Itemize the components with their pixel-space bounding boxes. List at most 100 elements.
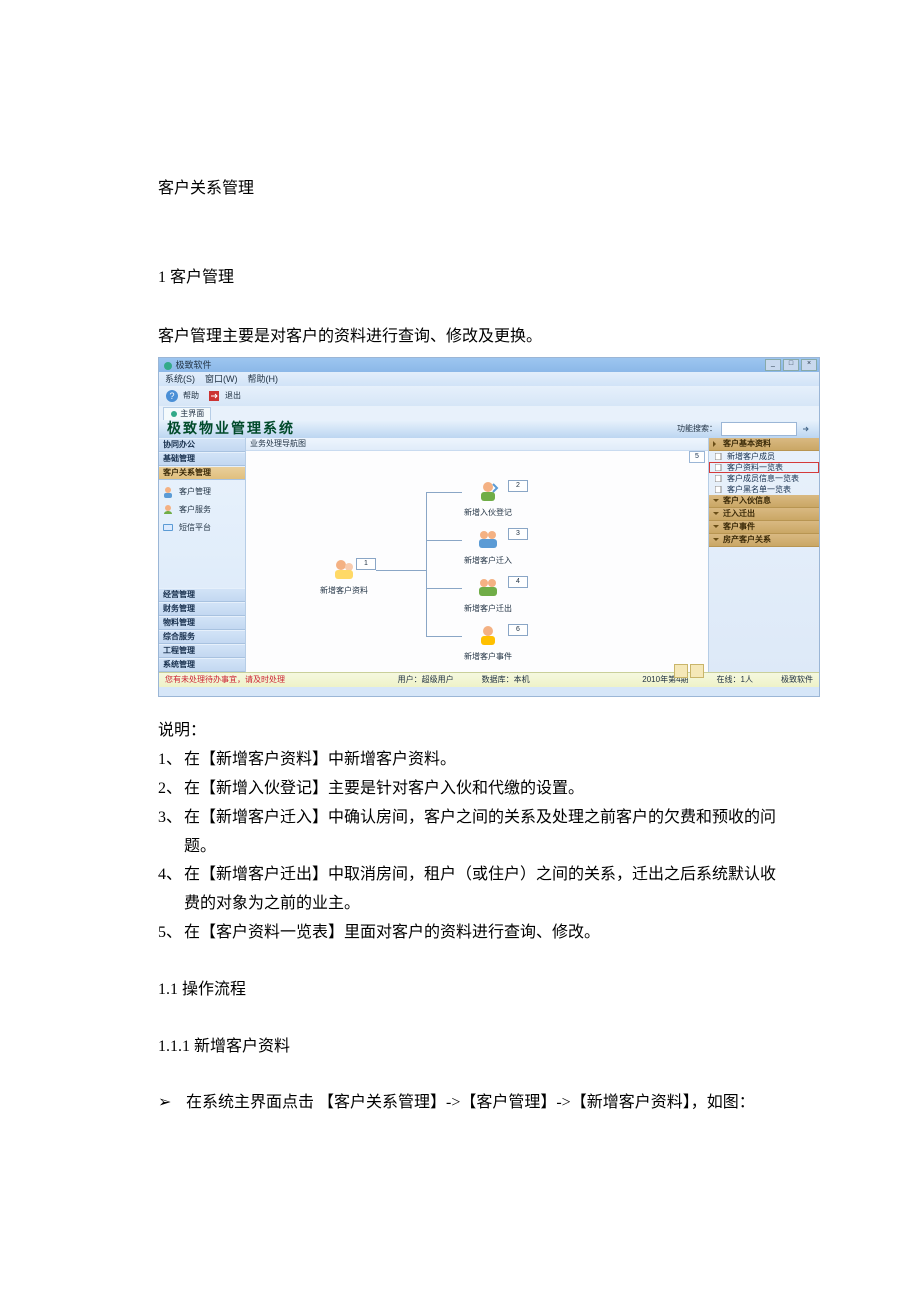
menu-window[interactable]: 窗口(W) [205,371,238,387]
nav-item-label: 客户服务 [179,503,211,517]
nav-item-customer-mgmt[interactable]: 客户管理 [161,483,243,501]
rp-item-label: 客户成员信息一览表 [727,474,799,483]
search-go-icon[interactable] [801,424,811,434]
rp-group-event[interactable]: 客户事件 [709,521,819,534]
exit-icon[interactable] [207,389,221,403]
connector [426,492,462,493]
maximize-button[interactable]: □ [783,359,799,371]
item-num: 1、 [158,746,184,775]
nav-item-label: 客户管理 [179,485,211,499]
status-brand: 极致软件 [781,673,813,687]
item-text: 在【新增客户迁入】中确认房间，客户之间的关系及处理之前客户的欠费和预收的问题。 [184,804,785,862]
window-titlebar: 极致软件 _ □ × [159,358,819,372]
sms-icon [161,521,175,535]
close-button[interactable]: × [801,359,817,371]
list-item: 3、在【新增客户迁入】中确认房间，客户之间的关系及处理之前客户的欠费和预收的问题… [158,804,785,862]
explain-label: 说明： [158,717,785,746]
doc-icon [715,464,722,471]
node-num-1: 1 [356,558,376,570]
rp-item-customer-list[interactable]: 客户资料一览表 [709,462,819,473]
menubar: 系统(S) 窗口(W) 帮助(H) [159,372,819,386]
service-icon [161,503,175,517]
node-event[interactable]: 新增客户事件 [464,622,512,664]
bullet-text: 在系统主界面点击 【客户关系管理】->【客户管理】->【新增客户资料】，如图： [186,1089,785,1118]
pager-prev[interactable] [674,664,688,678]
section-number: 1 [158,269,166,286]
node-moveout[interactable]: 新增客户迁出 [464,574,512,616]
list-item: 1、在【新增客户资料】中新增客户资料。 [158,746,785,775]
nav-cat-general[interactable]: 综合服务 [159,630,245,644]
window-buttons: _ □ × [765,359,819,371]
subheading-1-1-1: 1.1.1 新增客户资料 [158,1033,785,1062]
rp-item-label: 客户资料一览表 [727,463,783,472]
search-label: 功能搜索： [677,422,717,436]
status-user: 用户：超级用户 [398,673,454,687]
list-item: 5、在【客户资料一览表】里面对客户的资料进行查询、修改。 [158,919,785,948]
menu-system[interactable]: 系统(S) [165,371,195,387]
item-text: 在【新增入伙登记】主要是针对客户入伙和代缴的设置。 [184,775,785,804]
help-label: 帮助 [183,389,199,403]
rp-item-member-list[interactable]: 客户成员信息一览表 [709,473,819,484]
exit-label: 退出 [225,389,241,403]
bullet-item: ➢ 在系统主界面点击 【客户关系管理】->【客户管理】->【新增客户资料】，如图… [158,1089,785,1118]
pager-next[interactable] [690,664,704,678]
rp-item-blacklist[interactable]: 客户黑名单一览表 [709,484,819,495]
node-movein[interactable]: 新增客户迁入 [464,526,512,568]
list-item: 2、在【新增入伙登记】主要是针对客户入伙和代缴的设置。 [158,775,785,804]
rp-group-basic[interactable]: 客户基本资料 [709,438,819,451]
workflow-canvas: 业务处理导航图 新增客户资料 1 新增入伙登记 2 [246,438,708,672]
connector [426,588,462,589]
left-nav: 协同办公 基础管理 客户关系管理 客户管理 客户服务 短信平台 [159,438,246,672]
help-icon[interactable]: ? [165,389,179,403]
rp-group-property[interactable]: 房产客户关系 [709,534,819,547]
rp-item-new-member[interactable]: 5 新增客户成员 [709,451,819,462]
item-num: 5、 [158,919,184,948]
nav-cat-base[interactable]: 基础管理 [159,452,245,466]
doc-icon [715,475,722,482]
nav-item-sms[interactable]: 短信平台 [161,519,243,537]
item-text: 在【新增客户迁出】中取消房间，租户（或住户）之间的关系，迁出之后系统默认收费的对… [184,861,785,919]
customer-icon [161,485,175,499]
doc-icon [715,453,722,460]
movein-icon [475,526,501,552]
section-title: 客户管理 [170,269,234,286]
statusbar: 您有未处理待办事宜，请及时处理 用户：超级用户 数据库：本机 2010年第4期 … [159,672,819,687]
rp-item-label: 新增客户成员 [727,452,775,461]
node-num-4: 4 [508,576,528,588]
nav-cat-crm[interactable]: 客户关系管理 [159,466,245,480]
rp-group-move[interactable]: 迁入迁出 [709,508,819,521]
moveout-icon [475,574,501,600]
menu-help[interactable]: 帮助(H) [248,371,279,387]
status-db: 数据库：本机 [482,673,530,687]
connector [376,570,426,571]
system-title-row: 极致物业管理系统 功能搜索： [159,420,819,438]
nav-item-customer-service[interactable]: 客户服务 [161,501,243,519]
nav-cat-biz[interactable]: 经营管理 [159,588,245,602]
intro-text: 客户管理主要是对客户的资料进行查询、修改及更换。 [158,323,785,352]
connector [426,492,427,636]
people-icon [331,556,357,582]
nav-cat-system[interactable]: 系统管理 [159,658,245,672]
item-text: 在【客户资料一览表】里面对客户的资料进行查询、修改。 [184,919,785,948]
nav-cat-finance[interactable]: 财务管理 [159,602,245,616]
node-num-3: 3 [508,528,528,540]
explain-list: 1、在【新增客户资料】中新增客户资料。 2、在【新增入伙登记】主要是针对客户入伙… [158,746,785,948]
node-checkin[interactable]: 新增入伙登记 [464,478,512,520]
bullet-icon: ➢ [158,1089,186,1118]
list-item: 4、在【新增客户迁出】中取消房间，租户（或住户）之间的关系，迁出之后系统默认收费… [158,861,785,919]
nav-cat-material[interactable]: 物料管理 [159,616,245,630]
nav-cat-project[interactable]: 工程管理 [159,644,245,658]
node-label: 新增入伙登记 [464,508,512,517]
minimize-button[interactable]: _ [765,359,781,371]
right-pane: 客户基本资料 5 新增客户成员 客户资料一览表 客户成员信息一览表 客户黑名单一… [708,438,819,672]
rp-group-checkin[interactable]: 客户入伙信息 [709,495,819,508]
nav-item-label: 短信平台 [179,521,211,535]
app-screenshot: 极致软件 _ □ × 系统(S) 窗口(W) 帮助(H) ? 帮助 退出 [158,357,820,697]
node-label: 新增客户迁出 [464,604,512,613]
svg-text:?: ? [169,391,174,401]
nav-cat-collab[interactable]: 协同办公 [159,438,245,452]
status-alert[interactable]: 您有未处理待办事宜，请及时处理 [165,673,285,687]
subheading-1-1: 1.1 操作流程 [158,976,785,1005]
node-num-6: 6 [508,624,528,636]
search-input[interactable] [721,422,797,436]
